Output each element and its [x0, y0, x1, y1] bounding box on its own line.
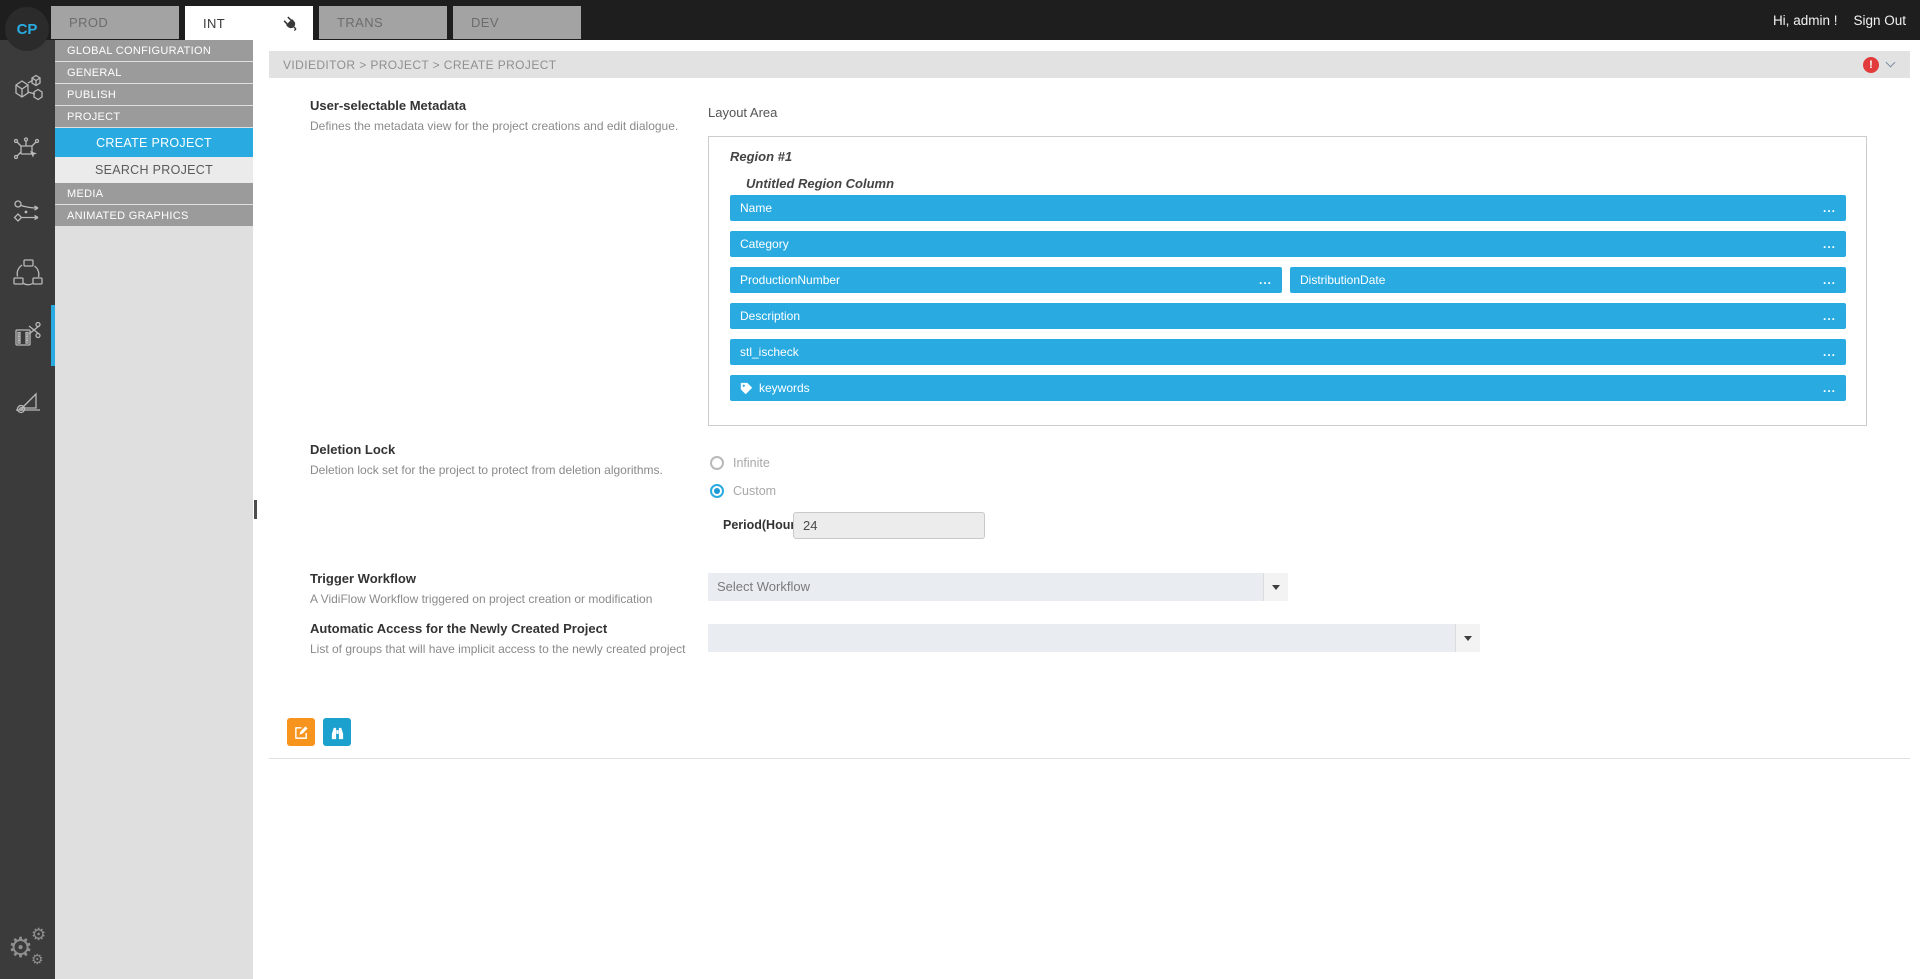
region-title: Region #1 [730, 149, 792, 164]
metadata-field-distributiondate[interactable]: DistributionDate ... [1290, 267, 1846, 293]
sidebar-item-search-project[interactable]: SEARCH PROJECT [55, 157, 253, 183]
tag-icon [740, 382, 753, 395]
sidebar-item-project[interactable]: PROJECT [55, 106, 253, 127]
deletion-lock-title: Deletion Lock [310, 442, 395, 457]
sign-out-link[interactable]: Sign Out [1853, 13, 1906, 28]
tab-prod-label: PROD [69, 15, 108, 30]
radio-infinite[interactable] [710, 456, 724, 470]
workflow-select[interactable]: Select Workflow [708, 573, 1288, 601]
tab-prod[interactable]: PROD [51, 6, 179, 39]
user-greeting: Hi, admin ! [1773, 13, 1838, 28]
period-hours-input[interactable] [793, 512, 985, 539]
field-options-button[interactable]: ... [1259, 275, 1272, 285]
metadata-field-keywords[interactable]: keywords ... [730, 375, 1846, 401]
tab-int[interactable]: INT [185, 6, 313, 40]
find-button[interactable] [323, 718, 351, 746]
modules-cubes-icon[interactable] [0, 64, 55, 112]
trigger-workflow-description: A VidiFlow Workflow triggered on project… [310, 592, 652, 606]
tab-int-label: INT [203, 16, 225, 31]
metadata-field-name[interactable]: Name ... [730, 195, 1846, 221]
field-options-button[interactable]: ... [1823, 311, 1836, 321]
layout-area-label: Layout Area [708, 105, 777, 120]
radio-infinite-label[interactable]: Infinite [733, 456, 770, 470]
metadata-section-title: User-selectable Metadata [310, 98, 466, 113]
create-project-form: User-selectable Metadata Defines the met… [269, 78, 1910, 759]
field-options-button[interactable]: ... [1823, 203, 1836, 213]
group-access-select[interactable] [708, 624, 1480, 652]
config-sidebar: GLOBAL CONFIGURATION GENERAL PUBLISH PRO… [55, 40, 253, 979]
workflow-icon[interactable] [0, 188, 55, 236]
breadcrumb: VIDIEDITOR > PROJECT > CREATE PROJECT [269, 58, 557, 72]
field-options-button[interactable]: ... [1823, 275, 1836, 285]
active-module-indicator [51, 305, 55, 366]
error-icon[interactable]: ! [1863, 57, 1879, 73]
metadata-field-stl-ischeck[interactable]: stl_ischeck ... [730, 339, 1846, 365]
tab-dev[interactable]: DEV [453, 6, 581, 39]
trigger-workflow-title: Trigger Workflow [310, 571, 416, 586]
breadcrumb-bar: VIDIEDITOR > PROJECT > CREATE PROJECT ! [269, 51, 1910, 78]
field-options-button[interactable]: ... [1823, 239, 1836, 249]
plug-icon [282, 15, 299, 32]
settings-gears-icon[interactable]: ⚙ ⚙ ⚙ [0, 926, 55, 979]
dropdown-arrow-icon[interactable] [1263, 573, 1288, 601]
region-column-title: Untitled Region Column [746, 176, 894, 191]
metadata-field-description[interactable]: Description ... [730, 303, 1846, 329]
auto-access-title: Automatic Access for the Newly Created P… [310, 621, 607, 636]
tab-trans[interactable]: TRANS [319, 6, 447, 39]
sidebar-item-create-project[interactable]: CREATE PROJECT [55, 128, 253, 157]
main-content: VIDIEDITOR > PROJECT > CREATE PROJECT ! … [253, 40, 1920, 979]
layout-region-box: Region #1 Untitled Region Column Name ..… [708, 136, 1867, 426]
device-network-icon[interactable] [0, 126, 55, 174]
sidebar-item-media[interactable]: MEDIA [55, 183, 253, 204]
sidebar-item-general[interactable]: GENERAL [55, 62, 253, 83]
sidebar-item-animated-graphics[interactable]: ANIMATED GRAPHICS [55, 205, 253, 226]
scrollbar-thumb[interactable] [254, 500, 257, 519]
edit-button[interactable] [287, 718, 315, 746]
auto-access-description: List of groups that will have implicit a… [310, 642, 686, 656]
sidebar-item-global-configuration[interactable]: GLOBAL CONFIGURATION [55, 40, 253, 61]
pencil-icon [294, 725, 309, 740]
metadata-field-category[interactable]: Category ... [730, 231, 1846, 257]
workflow-select-value: Select Workflow [717, 573, 810, 601]
app-logo: CP [5, 7, 49, 51]
tab-trans-label: TRANS [337, 15, 383, 30]
module-icon-bar: ⚙ ⚙ ⚙ [0, 40, 55, 979]
playout-icon[interactable] [0, 376, 55, 424]
metadata-section-description: Defines the metadata view for the projec… [310, 119, 678, 133]
field-options-button[interactable]: ... [1823, 383, 1836, 393]
environment-tabs: PROD INT TRANS DEV [51, 6, 581, 40]
sidebar-item-publish[interactable]: PUBLISH [55, 84, 253, 105]
top-bar: PROD INT TRANS DEV Hi, admin ! Sign Out [0, 0, 1920, 40]
cycle-icon[interactable] [0, 249, 55, 297]
binoculars-icon [330, 725, 345, 740]
metadata-field-productionnumber[interactable]: ProductionNumber ... [730, 267, 1282, 293]
video-edit-icon[interactable] [0, 311, 55, 359]
radio-custom[interactable] [710, 484, 724, 498]
deletion-lock-description: Deletion lock set for the project to pro… [310, 463, 663, 477]
tab-dev-label: DEV [471, 15, 499, 30]
dropdown-arrow-icon[interactable] [1455, 624, 1480, 652]
field-options-button[interactable]: ... [1823, 347, 1836, 357]
chevron-down-icon[interactable] [1886, 58, 1896, 68]
radio-custom-label[interactable]: Custom [733, 484, 776, 498]
